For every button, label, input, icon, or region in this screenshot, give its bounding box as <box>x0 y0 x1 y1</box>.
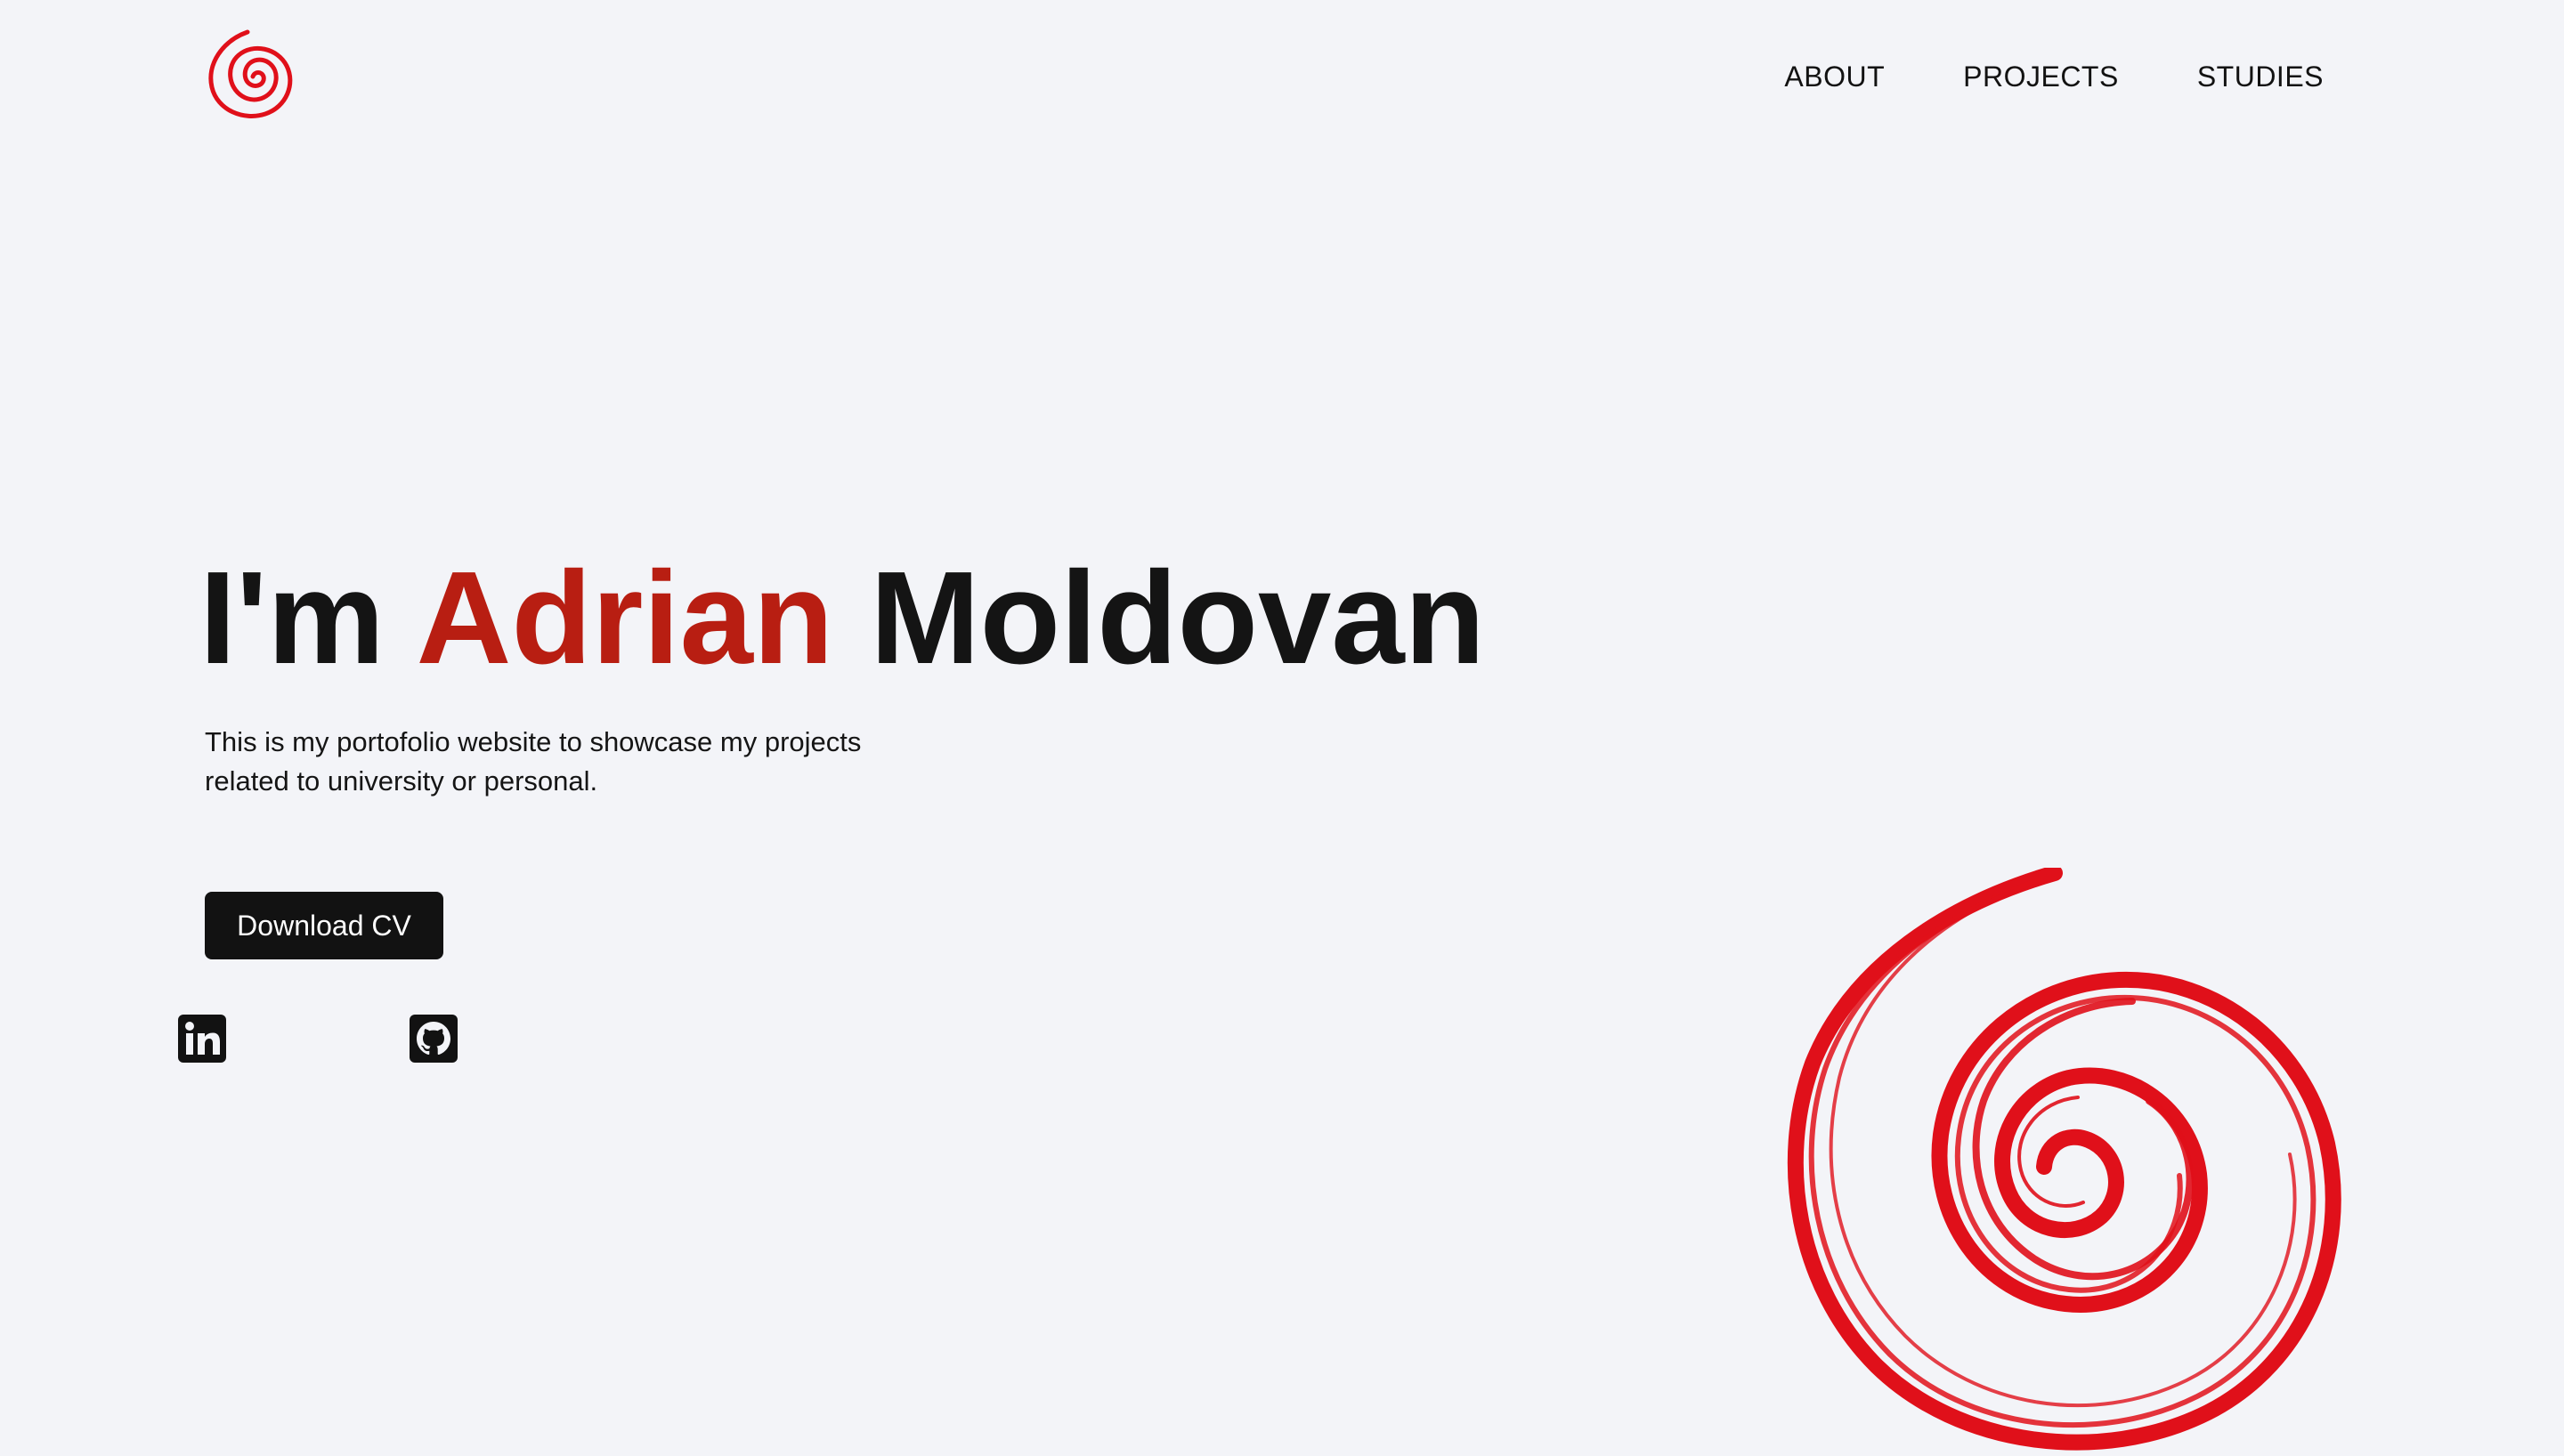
github-icon[interactable] <box>410 1015 458 1063</box>
download-cv-button[interactable]: Download CV <box>205 892 443 959</box>
red-spiral-art <box>1787 868 2341 1451</box>
nav-about-link[interactable]: ABOUT <box>1784 59 1885 94</box>
portfolio-page: ABOUT PROJECTS STUDIES I'm Adrian Moldov… <box>0 0 2564 1456</box>
hero-title: I'm Adrian Moldovan <box>199 543 1485 694</box>
spiral-logo-icon[interactable] <box>201 28 297 125</box>
main-nav: ABOUT PROJECTS STUDIES <box>1784 59 2324 94</box>
linkedin-icon[interactable] <box>178 1015 226 1063</box>
hero-title-prefix: I'm <box>199 545 417 692</box>
hero-title-suffix: Moldovan <box>833 545 1486 692</box>
nav-studies-link[interactable]: STUDIES <box>2197 59 2324 94</box>
hero-description: This is my portofolio website to showcas… <box>205 726 862 797</box>
nav-projects-link[interactable]: PROJECTS <box>1963 59 2119 94</box>
hero-title-accent-name: Adrian <box>416 545 834 692</box>
